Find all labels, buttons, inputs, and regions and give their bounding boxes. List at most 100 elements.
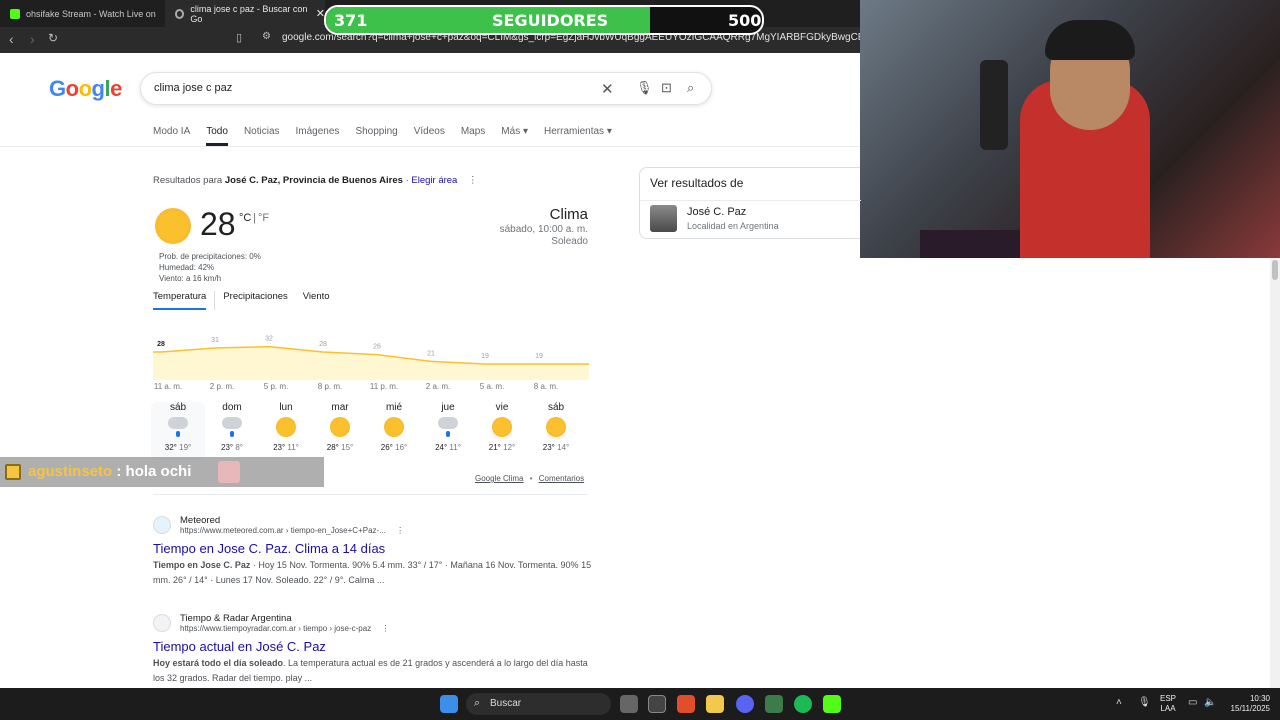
- tray-chevron-icon[interactable]: ˄: [1116, 697, 1122, 708]
- more-options-icon[interactable]: ⋮: [468, 175, 478, 186]
- result-url[interactable]: https://www.meteored.com.ar › tiempo-en_…: [180, 526, 404, 535]
- taskbar: [0, 688, 1280, 720]
- day-low: 14°: [554, 443, 570, 452]
- place-thumbnail[interactable]: [650, 205, 677, 232]
- header-divider: [0, 146, 860, 147]
- lens-icon[interactable]: ⊡: [661, 80, 672, 96]
- task-view-icon[interactable]: [620, 695, 638, 713]
- day-temps: 26° 16°: [367, 443, 421, 452]
- bookmark-icon[interactable]: ▯: [236, 31, 242, 44]
- day-forecast[interactable]: sáb 32° 19°: [151, 402, 205, 460]
- scrollbar-thumb[interactable]: [1272, 260, 1278, 280]
- tab-imagenes[interactable]: Imágenes: [296, 126, 340, 146]
- kick-app-icon[interactable]: [823, 695, 841, 713]
- taskbar-search[interactable]: ⌕ Buscar: [466, 693, 611, 715]
- precip-text: Prob. de precipitaciones: 0%: [159, 252, 261, 261]
- day-forecast[interactable]: mié 26° 16°: [367, 402, 421, 460]
- hourly-value: 32: [265, 336, 273, 343]
- clock-date: 15/11/2025: [1230, 704, 1270, 713]
- day-high: 23°: [273, 443, 286, 452]
- day-forecast[interactable]: lun 23° 11°: [259, 402, 313, 460]
- result-title[interactable]: Tiempo actual en José C. Paz: [153, 639, 593, 654]
- day-high: 21°: [488, 443, 501, 452]
- mic-tray-icon[interactable]: 🎙: [1138, 697, 1151, 708]
- scrollbar[interactable]: [1270, 258, 1280, 688]
- result-title[interactable]: Tiempo en Jose C. Paz. Clima a 14 días: [153, 541, 593, 556]
- google-logo[interactable]: Google: [49, 76, 122, 102]
- search-box[interactable]: clima jose c paz ✕ 🎙 ⊡ ⌕: [140, 72, 712, 105]
- discord-icon[interactable]: [736, 695, 754, 713]
- lang-primary: ESP: [1160, 694, 1177, 703]
- reload-icon[interactable]: ↻: [48, 31, 58, 45]
- subtab-viento[interactable]: Viento: [303, 291, 330, 310]
- day-temps: 23° 11°: [259, 443, 313, 452]
- microphone-icon[interactable]: 🎙: [636, 80, 653, 96]
- more-icon[interactable]: ⋮: [381, 624, 389, 633]
- tab-todo[interactable]: Todo: [206, 126, 228, 146]
- more-icon[interactable]: ⋮: [396, 526, 404, 535]
- sun-icon: [259, 417, 313, 443]
- windows-start-icon[interactable]: [440, 695, 458, 713]
- unit-fahrenheit[interactable]: °F: [258, 212, 269, 224]
- network-icon[interactable]: ▭: [1188, 697, 1197, 708]
- clear-icon[interactable]: ✕: [601, 80, 614, 98]
- hourly-value: 28: [157, 341, 165, 348]
- subtab-temperatura[interactable]: Temperatura: [153, 291, 207, 310]
- back-icon[interactable]: ‹: [9, 31, 14, 47]
- file-explorer-icon[interactable]: [706, 695, 724, 713]
- unit-celsius[interactable]: °C: [239, 212, 251, 224]
- clock[interactable]: 10:30 15/11/2025: [1222, 694, 1270, 714]
- day-forecast[interactable]: sáb 23° 14°: [529, 402, 583, 460]
- day-forecast[interactable]: mar 28° 15°: [313, 402, 367, 460]
- google-clima-link[interactable]: Google Clima: [475, 474, 523, 483]
- tab-videos[interactable]: Vídeos: [414, 126, 445, 146]
- search-input[interactable]: clima jose c paz: [154, 82, 232, 94]
- followers-goal: 500: [728, 11, 762, 30]
- tab-label: clima jose c paz - Buscar con Go: [190, 3, 308, 24]
- hourly-value: 19: [535, 353, 543, 360]
- weather-footer: Google Clima • Comentarios: [475, 474, 584, 483]
- language-indicator[interactable]: ESP LAA: [1160, 694, 1176, 714]
- panel-title: Ver resultados de: [650, 176, 744, 190]
- tab-google[interactable]: clima jose c paz - Buscar con Go ✕: [165, 0, 325, 27]
- result-snippet: Tiempo en Jose C. Paz · Hoy 15 Nov. Torm…: [153, 558, 593, 588]
- tab-noticias[interactable]: Noticias: [244, 126, 280, 146]
- app-icon[interactable]: [765, 695, 783, 713]
- weather-subtabs: Temperatura Precipitaciones Viento: [153, 291, 330, 310]
- tab-shopping[interactable]: Shopping: [355, 126, 397, 146]
- chrome-icon[interactable]: [648, 695, 666, 713]
- forward-icon[interactable]: ›: [30, 31, 35, 47]
- google-icon: [175, 8, 185, 19]
- tab-stream[interactable]: ohsifake Stream - Watch Live on: [0, 0, 160, 27]
- tab-mas[interactable]: Más ▾: [501, 126, 528, 146]
- site-info-icon[interactable]: ⚙: [262, 31, 271, 42]
- volume-icon[interactable]: 🔈: [1204, 697, 1216, 708]
- day-high: 23°: [542, 443, 555, 452]
- search-result: Tiempo & Radar Argentina https://www.tie…: [153, 613, 593, 686]
- day-forecast[interactable]: dom 23° 8°: [205, 402, 259, 460]
- weather-title: Clima: [549, 206, 588, 223]
- day-forecast[interactable]: vie 21° 12°: [475, 402, 529, 460]
- lang-secondary: LAA: [1160, 704, 1176, 713]
- day-temps: 32° 19°: [151, 443, 205, 452]
- crown-badge-icon: [5, 464, 21, 480]
- comentarios-link[interactable]: Comentarios: [539, 474, 584, 483]
- meteored-favicon: [153, 516, 171, 534]
- tab-modo-ia[interactable]: Modo IA: [153, 126, 190, 146]
- hourly-temp-chart: 28 31 32 28 26 21 19 19: [153, 336, 589, 380]
- chat-overlay: agustinseto : hola ochi: [0, 457, 324, 487]
- chat-line: agustinseto : hola ochi: [28, 463, 191, 481]
- day-forecast[interactable]: jue 24° 11°: [421, 402, 475, 460]
- panel-place-name[interactable]: José C. Paz: [687, 206, 746, 218]
- result-url-text: https://www.tiempoyradar.com.ar › tiempo…: [180, 624, 372, 633]
- subtab-precipitaciones[interactable]: Precipitaciones: [214, 291, 288, 310]
- spotify-icon[interactable]: [794, 695, 812, 713]
- sun-icon: [313, 417, 367, 443]
- search-icon[interactable]: ⌕: [687, 80, 694, 96]
- choose-area-link[interactable]: Elegir área: [411, 175, 457, 186]
- brave-icon[interactable]: [677, 695, 695, 713]
- result-url[interactable]: https://www.tiempoyradar.com.ar › tiempo…: [180, 624, 389, 633]
- weather-header: Clima sábado, 10:00 a. m. Soleado: [440, 206, 588, 247]
- tab-herramientas[interactable]: Herramientas ▾: [544, 126, 612, 146]
- tab-maps[interactable]: Maps: [461, 126, 485, 146]
